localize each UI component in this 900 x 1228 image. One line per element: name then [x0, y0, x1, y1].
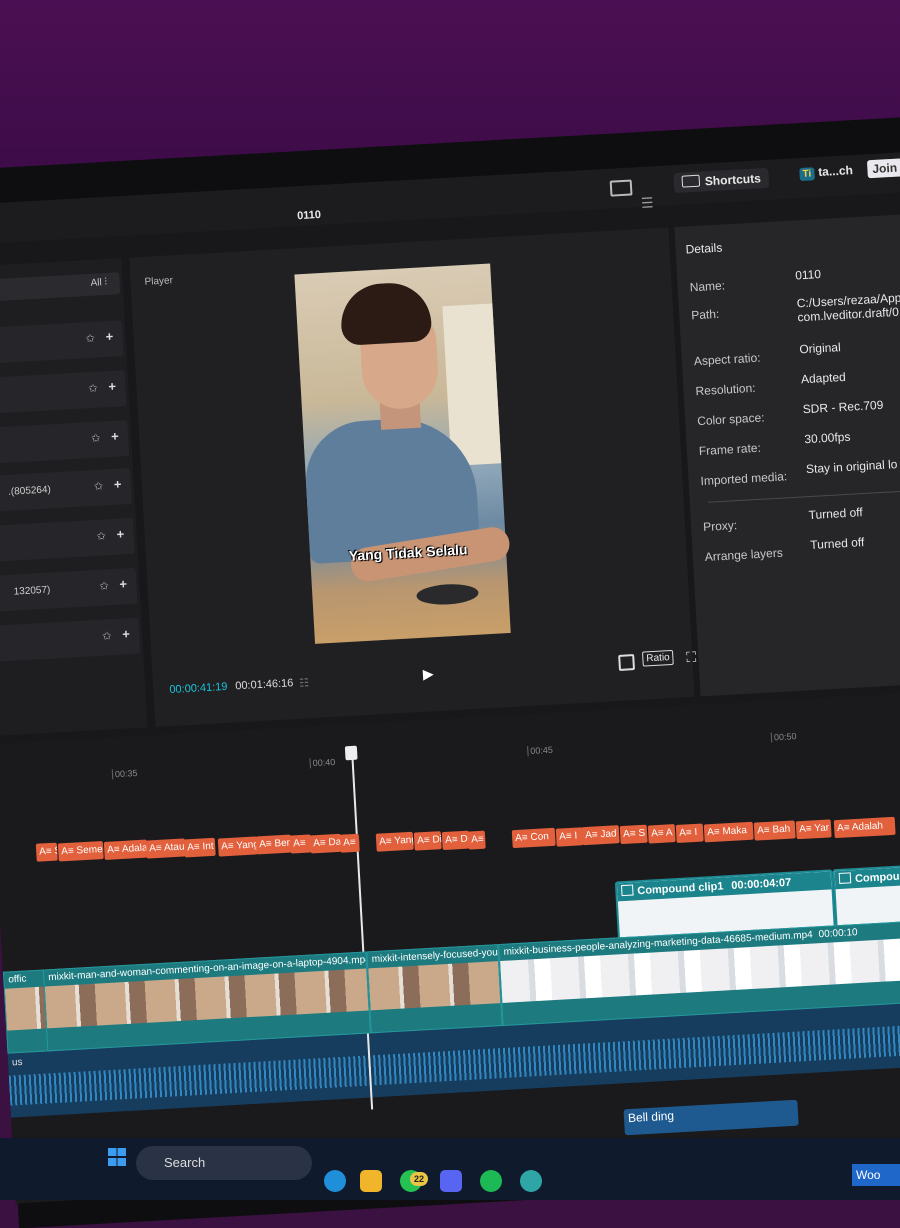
video-preview[interactable]: Yang Tidak Selalu: [294, 263, 512, 644]
favorite-icon[interactable]: ✩: [96, 529, 106, 542]
layout-icon[interactable]: [609, 179, 633, 197]
project-title: 0110: [296, 208, 322, 223]
add-icon[interactable]: +: [122, 626, 130, 641]
video-clip[interactable]: mixkit-intensely-focused-you: [366, 944, 503, 1034]
compound-clip[interactable]: Compound: [832, 862, 900, 930]
taskbar-search[interactable]: Search: [136, 1146, 312, 1180]
text-clip[interactable]: A≡ S: [619, 824, 648, 845]
details-label: Path:: [690, 306, 720, 323]
text-clip[interactable]: A≡ S: [35, 842, 58, 862]
crop-icon[interactable]: [618, 654, 636, 671]
text-clip[interactable]: A≡ Int: [183, 837, 216, 858]
details-value: 30.00fps: [804, 429, 851, 447]
text-clip[interactable]: A≡ Jad: [581, 825, 620, 846]
text-clip[interactable]: A≡ I: [675, 823, 704, 844]
text-clip[interactable]: A≡ De: [441, 830, 470, 850]
ruler-tick-label: 00:40: [309, 756, 336, 769]
favorite-icon[interactable]: ✩: [91, 432, 101, 445]
text-clip[interactable]: A≡ I: [555, 826, 584, 847]
favorite-icon[interactable]: ✩: [99, 579, 109, 592]
ruler-tick-label: 00:35: [111, 767, 138, 780]
add-icon[interactable]: +: [119, 576, 127, 591]
favorite-icon[interactable]: ✩: [102, 629, 112, 642]
keyboard-icon: [681, 174, 701, 188]
filter-icon: ⫶: [104, 276, 108, 289]
file-explorer-icon[interactable]: [360, 1170, 382, 1192]
edge-icon[interactable]: [324, 1170, 346, 1192]
compound-clip-header: Compound: [834, 864, 900, 890]
compound-clip-label: Compound clip1: [637, 880, 724, 898]
details-value: Original: [798, 340, 842, 357]
text-clip[interactable]: A≡ Di: [413, 831, 442, 851]
favorite-icon[interactable]: ✩: [94, 479, 104, 492]
text-clip[interactable]: A≡ Adalah: [103, 839, 148, 860]
details-value: Adapted: [800, 369, 847, 387]
video-clip-filename: offic: [8, 973, 27, 986]
ruler-tick-label: 00:50: [770, 731, 797, 743]
text-clip[interactable]: A≡ Di: [339, 833, 360, 853]
account-badge-icon: Ti: [799, 167, 815, 182]
video-thumbnails: [368, 961, 501, 1011]
media-item-label: .(805264): [7, 484, 52, 498]
video-thumbnails: [4, 986, 48, 1031]
details-label: Name:: [689, 278, 726, 295]
preview-mouse: [415, 582, 480, 607]
text-clip[interactable]: A≡ Maka: [703, 821, 754, 843]
text-clip[interactable]: A≡ Con: [511, 827, 556, 848]
media-filter-button[interactable]: All ⫶: [90, 277, 107, 289]
account-menu[interactable]: Ti ta...ch: [799, 163, 854, 182]
text-clip[interactable]: A≡ A: [647, 824, 676, 844]
playhead-handle[interactable]: [344, 745, 358, 761]
whatsapp-badge: 22: [410, 1172, 428, 1186]
shortcuts-label: Shortcuts: [704, 171, 762, 189]
favorite-icon[interactable]: ✩: [85, 332, 95, 345]
text-clip[interactable]: A≡ Atau: [145, 838, 186, 859]
windows-start-icon[interactable]: [108, 1148, 126, 1166]
woo-tray-item[interactable]: Woo: [852, 1164, 900, 1186]
text-clip[interactable]: A≡ Da: [309, 833, 342, 854]
details-title: Details: [685, 240, 723, 257]
fullscreen-icon[interactable]: ⛶: [686, 649, 697, 667]
compound-icon: [838, 872, 852, 884]
media-item-label: 132057): [13, 584, 51, 598]
text-clip[interactable]: A≡ Yang: [375, 831, 414, 852]
text-clip[interactable]: A≡ Beri: [255, 834, 292, 855]
text-clip[interactable]: A≡ Yar: [795, 819, 832, 840]
text-clip[interactable]: A≡ Yang: [217, 835, 258, 857]
favorite-icon[interactable]: ✩: [88, 382, 98, 395]
add-icon[interactable]: +: [108, 379, 116, 394]
player-tab: Player: [144, 275, 174, 288]
video-clip-duration: 00:00:10: [818, 927, 858, 941]
add-icon[interactable]: +: [116, 526, 124, 541]
account-label: ta...ch: [817, 163, 854, 180]
video-clip[interactable]: offic: [2, 969, 50, 1054]
text-clip[interactable]: A≡ Bah: [753, 820, 796, 841]
filter-label: All: [90, 277, 102, 289]
add-icon[interactable]: +: [105, 329, 113, 344]
add-icon[interactable]: +: [113, 476, 121, 491]
details-label: Proxy:: [702, 518, 738, 535]
list-icon[interactable]: ☷: [299, 676, 310, 690]
menu-icon[interactable]: ☰: [641, 194, 654, 212]
editor-screen: Shortcuts Ti ta...ch Join All ⫶ 0110 ☰ Pl…: [0, 149, 900, 1204]
shortcuts-button[interactable]: Shortcuts: [673, 167, 770, 194]
spotify-icon[interactable]: [480, 1170, 502, 1192]
text-clip[interactable]: A≡ Semer: [57, 840, 104, 862]
text-clip[interactable]: A≡ Adalah: [833, 816, 896, 838]
preview-hair: [339, 280, 433, 346]
play-icon[interactable]: ▶: [422, 665, 434, 683]
details-value: 0110: [794, 267, 822, 283]
discord-icon[interactable]: [440, 1170, 462, 1192]
join-button[interactable]: Join: [866, 158, 900, 179]
app-icon[interactable]: [520, 1170, 542, 1192]
add-icon[interactable]: +: [111, 429, 119, 444]
text-clip[interactable]: A≡: [289, 834, 312, 854]
ratio-button[interactable]: Ratio: [641, 649, 675, 667]
compound-clip-duration: 00:00:04:07: [731, 876, 792, 892]
compound-clip-label: Compound: [854, 869, 900, 886]
text-clip[interactable]: A≡ A: [467, 830, 486, 850]
ruler-tick-label: 00:45: [527, 744, 554, 757]
compound-icon: [620, 884, 634, 897]
